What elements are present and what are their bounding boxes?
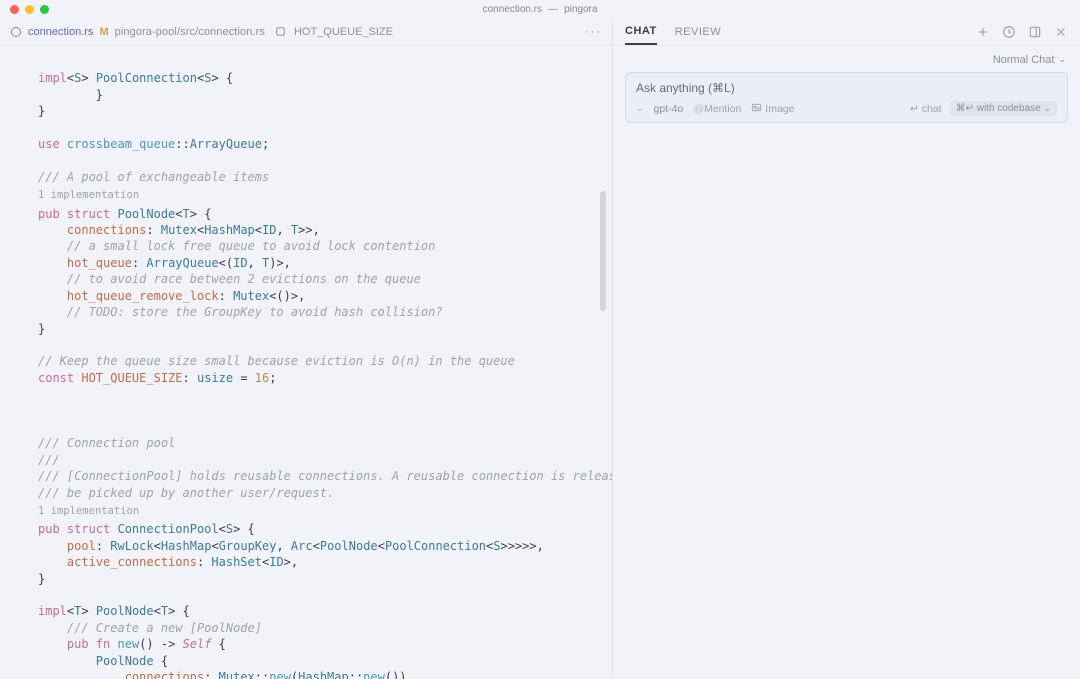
tab-chat[interactable]: CHAT xyxy=(625,19,657,45)
window-minimize-icon[interactable] xyxy=(25,5,34,14)
codelens-implementations[interactable]: 1 implementation xyxy=(38,501,139,521)
close-panel-icon[interactable] xyxy=(1054,25,1068,39)
symbol-icon xyxy=(275,26,286,37)
rust-file-icon xyxy=(10,26,22,38)
breadcrumb[interactable]: pingora-pool/src/connection.rs xyxy=(115,26,265,38)
new-chat-icon[interactable] xyxy=(976,25,990,39)
codebase-send-button[interactable]: ⌘↵ with codebase ⌄ xyxy=(950,101,1057,116)
tab-review[interactable]: REVIEW xyxy=(675,20,721,44)
window-traffic-lights[interactable] xyxy=(10,5,49,14)
editor-scrollbar[interactable] xyxy=(600,191,606,311)
breadcrumb-symbol[interactable]: HOT_QUEUE_SIZE xyxy=(294,26,393,38)
mention-button[interactable]: @Mention xyxy=(693,103,741,115)
chat-mode-label: Normal Chat xyxy=(993,54,1055,66)
send-chat-button[interactable]: ↵ chat xyxy=(910,103,942,115)
modified-badge: M xyxy=(99,26,108,38)
chat-mode-selector[interactable]: Normal Chat ⌄ xyxy=(613,46,1080,72)
image-button[interactable]: Image xyxy=(751,102,794,115)
code-token: impl xyxy=(38,71,67,85)
window-zoom-icon[interactable] xyxy=(40,5,49,14)
codelens-implementations[interactable]: 1 implementation xyxy=(38,185,139,205)
chat-input-toolbar: ⌄ gpt-4o @Mention Image ↵ chat ⌘↵ with c… xyxy=(636,101,1057,116)
window-title-project: pingora xyxy=(564,4,597,15)
chat-input-box[interactable]: Ask anything (⌘L) ⌄ gpt-4o @Mention Imag… xyxy=(625,72,1068,123)
window-titlebar: connection.rs — pingora xyxy=(0,0,1080,18)
window-title-sep: — xyxy=(548,4,558,15)
dock-icon[interactable] xyxy=(1028,25,1042,39)
code-editor[interactable]: impl<S> PoolConnection<S> { } } use cros… xyxy=(0,46,612,679)
chat-tabbar: CHAT REVIEW xyxy=(613,18,1080,46)
tab-file-name[interactable]: connection.rs xyxy=(28,26,93,38)
chat-pane: CHAT REVIEW Normal Chat ⌄ xyxy=(613,18,1080,679)
model-picker-icon[interactable]: ⌄ xyxy=(636,103,644,114)
chat-input[interactable]: Ask anything (⌘L) xyxy=(636,81,1057,95)
editor-tabbar: connection.rs M pingora-pool/src/connect… xyxy=(0,18,612,46)
chevron-down-icon: ⌄ xyxy=(1058,54,1066,66)
editor-pane: connection.rs M pingora-pool/src/connect… xyxy=(0,18,613,679)
window-title-file: connection.rs xyxy=(483,4,542,15)
tab-more-icon[interactable]: ··· xyxy=(585,26,602,38)
history-icon[interactable] xyxy=(1002,25,1016,39)
window-close-icon[interactable] xyxy=(10,5,19,14)
model-label[interactable]: gpt-4o xyxy=(654,103,684,115)
